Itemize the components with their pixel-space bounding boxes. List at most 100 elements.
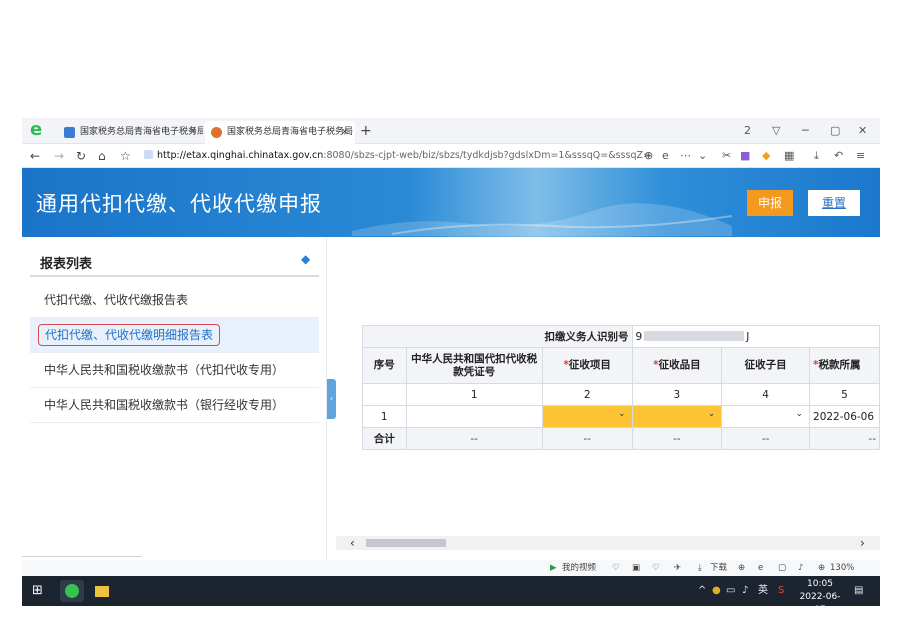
detail-form-area: 扣缴义务人识别号 9J 序号 中华人民共和国代扣代收税款凭证号 *征收项目 *征… xyxy=(336,237,880,537)
input-method-icon[interactable]: S xyxy=(778,576,784,606)
bookmark-star-icon[interactable]: ☆ xyxy=(120,147,131,165)
lock-icon[interactable]: ⊕ xyxy=(738,560,745,576)
layers-icon[interactable]: ◆ xyxy=(301,253,315,265)
home-icon[interactable]: ⌂ xyxy=(98,147,106,165)
masked-id-redaction xyxy=(644,330,745,341)
file-explorer-icon[interactable] xyxy=(90,580,114,602)
volume-icon[interactable]: ♪ xyxy=(742,576,748,606)
column-header: 征收子目 xyxy=(721,347,811,384)
levy-item-select[interactable]: ⌄ xyxy=(541,405,633,428)
browser-logo-icon[interactable]: e xyxy=(30,121,48,139)
scroll-left-icon[interactable]: ‹ xyxy=(350,535,355,551)
close-tab-icon[interactable]: ✕ xyxy=(189,121,197,144)
close-window-button[interactable]: ✕ xyxy=(858,122,867,140)
horizontal-scrollbar[interactable]: ‹ › xyxy=(336,536,880,550)
more-icon[interactable]: ⋯ xyxy=(680,148,691,164)
column-header: *征收项目 xyxy=(541,347,633,384)
browser-taskbar-icon[interactable] xyxy=(60,580,84,602)
favorites-icon[interactable]: ▽ xyxy=(772,122,780,140)
row-index: 1 xyxy=(362,405,407,428)
chevron-up-icon[interactable]: ^ xyxy=(698,576,706,606)
chevron-down-icon[interactable]: ⌄ xyxy=(698,148,707,164)
forward-arrow-icon[interactable]: → xyxy=(54,147,64,165)
submit-button[interactable]: 申报 xyxy=(747,190,793,216)
apps-grid-icon[interactable]: ▦ xyxy=(784,148,794,164)
scissors-icon[interactable]: ✂ xyxy=(722,148,731,164)
windows-taskbar: ⊞ ^ ● ▭ ♪ 英 S 10:05 2022-06-07 ▤ xyxy=(22,576,880,606)
divider xyxy=(22,556,142,557)
my-video-link[interactable]: 我的视频 xyxy=(562,560,596,576)
detail-table: 扣缴义务人识别号 9J 序号 中华人民共和国代扣代收税款凭证号 *征收项目 *征… xyxy=(362,325,880,450)
speaker-icon[interactable]: ♪ xyxy=(798,560,803,576)
column-header: *税款所属 xyxy=(809,347,880,384)
address-bar: ← → ↻ ⌂ ☆ http://etax.qinghai.chinatax.g… xyxy=(22,144,880,168)
page-title: 通用代扣代缴、代收代缴申报 xyxy=(36,192,322,216)
zoom-level[interactable]: 130% xyxy=(830,560,854,576)
column-header: 中华人民共和国代扣代收税款凭证号 xyxy=(405,347,543,384)
undo-icon[interactable]: ↶ xyxy=(834,148,843,164)
shield-extension-icon[interactable]: ◆ xyxy=(762,148,770,164)
levy-category-select[interactable]: ⌄ xyxy=(631,405,723,428)
ime-indicator[interactable]: 英 xyxy=(758,576,768,606)
shield-icon[interactable]: ♡ xyxy=(612,560,620,576)
sidebar-item-withholding-detail-report[interactable]: 代扣代缴、代收代缴明细报告表 xyxy=(30,318,319,353)
network-icon[interactable]: ▭ xyxy=(726,576,735,606)
column-number: 4 xyxy=(721,383,811,406)
back-arrow-icon[interactable]: ← xyxy=(30,147,40,165)
sidebar-item-withholding-report[interactable]: 代扣代缴、代收代缴报告表 xyxy=(30,283,319,318)
levy-subcategory-select[interactable]: ⌄ xyxy=(721,405,811,428)
tab-etax-1[interactable]: 国家税务总局青海省电子税务局 ✕ xyxy=(58,121,203,144)
scrollbar-thumb[interactable] xyxy=(366,539,446,547)
tab-bar: e 国家税务总局青海省电子税务局 ✕ 国家税务总局青海省电子税务局 ✕ + 2 … xyxy=(22,118,880,144)
tab-etax-2[interactable]: 国家税务总局青海省电子税务局 ✕ xyxy=(205,121,355,144)
video-icon[interactable]: ▶ xyxy=(550,560,557,576)
extension-icon[interactable]: ■ xyxy=(740,148,750,164)
report-list-sidebar: 报表列表 ◆ 代扣代缴、代收代缴报告表 代扣代缴、代收代缴明细报告表 中华人民共… xyxy=(22,237,327,606)
withholder-id-value: 9J xyxy=(631,325,880,348)
taskbar-clock[interactable]: 10:05 2022-06-07 xyxy=(795,578,845,606)
secure-site-icon xyxy=(144,150,153,159)
column-header: 序号 xyxy=(362,347,407,384)
total-cell: -- xyxy=(541,427,633,450)
tab-label: 国家税务总局青海省电子税务局 xyxy=(227,127,354,137)
download-icon[interactable]: ⤓ xyxy=(698,560,702,576)
windows-start-icon[interactable]: ⊞ xyxy=(32,584,46,598)
sidebar-collapse-handle[interactable]: ‹ xyxy=(327,379,336,419)
browser-engine-icon[interactable]: e xyxy=(662,148,669,164)
sidebar-header: 报表列表 ◆ xyxy=(30,247,319,277)
search-zoom-icon[interactable]: ⊕ xyxy=(644,148,653,164)
tab-label: 国家税务总局青海省电子税务局 xyxy=(80,127,203,137)
download-icon[interactable]: ⤓ xyxy=(814,148,819,164)
clock-date: 2022-06-07 xyxy=(799,592,841,606)
download-label[interactable]: 下载 xyxy=(710,560,727,576)
tax-period-input[interactable]: 2022-06-06 xyxy=(809,405,880,428)
browser-window: e 国家税务总局青海省电子税务局 ✕ 国家税务总局青海省电子税务局 ✕ + 2 … xyxy=(22,118,880,606)
minimize-button[interactable]: ─ xyxy=(802,122,809,140)
menu-icon[interactable]: ≡ xyxy=(856,148,865,164)
voucher-number-input[interactable] xyxy=(405,405,543,428)
close-tab-icon[interactable]: ✕ xyxy=(341,121,349,144)
zoom-icon[interactable]: ⊕ xyxy=(818,560,825,576)
heart-icon[interactable]: ♡ xyxy=(652,560,660,576)
accelerate-icon[interactable]: ✈ xyxy=(674,560,681,576)
reset-button[interactable]: 重置 xyxy=(808,190,860,216)
browser-engine-icon[interactable]: e xyxy=(758,560,763,576)
sidebar-item-tax-payment-book-bank[interactable]: 中华人民共和国税收缴款书（银行经收专用） xyxy=(30,388,319,423)
sidebar-item-tax-payment-book-withholding[interactable]: 中华人民共和国税收缴款书（代扣代收专用） xyxy=(30,353,319,388)
app-tray-icon[interactable]: ● xyxy=(712,576,721,606)
site-favicon-icon xyxy=(64,127,75,138)
reload-icon[interactable]: ↻ xyxy=(76,147,86,165)
notification-icon[interactable]: ▤ xyxy=(854,576,863,606)
url-field[interactable]: http://etax.qinghai.chinatax.gov.cn:8080… xyxy=(144,148,704,164)
scroll-right-icon[interactable]: › xyxy=(860,535,865,551)
tab-count-icon[interactable]: 2 xyxy=(744,122,751,140)
column-number: 5 xyxy=(809,383,880,406)
total-cell: -- xyxy=(721,427,811,450)
window-icon[interactable]: ▢ xyxy=(778,560,786,576)
column-header: *征收品目 xyxy=(631,347,723,384)
image-icon[interactable]: ▣ xyxy=(632,560,640,576)
maximize-button[interactable]: ▢ xyxy=(830,122,840,140)
new-tab-button[interactable]: + xyxy=(360,121,372,141)
withholder-id-label: 扣缴义务人识别号 xyxy=(362,325,633,348)
chevron-down-icon: ⌄ xyxy=(707,409,716,419)
